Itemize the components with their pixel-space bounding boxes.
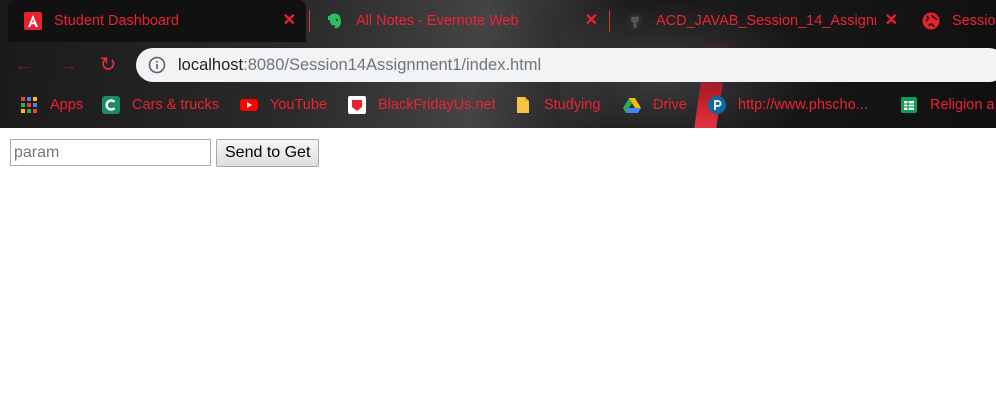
bookmark-apps[interactable]: Apps <box>20 94 83 116</box>
bookmark-label: Cars & trucks <box>132 97 220 113</box>
tab-title: Session <box>952 13 996 29</box>
back-arrow-icon[interactable]: ← <box>12 53 36 77</box>
send-to-get-button[interactable]: Send to Get <box>216 139 320 167</box>
bookmark-studying[interactable]: Studying <box>514 94 600 116</box>
blackfriday-icon <box>348 96 366 114</box>
craigslist-icon <box>102 96 120 114</box>
browser-toolbar: ← → ↻ localhost:8080/Session14Assignment… <box>0 42 996 88</box>
bookmarks-bar: Apps Cars & trucks YouTube BlackFridayUs… <box>0 88 996 122</box>
bookmark-label: Apps <box>50 97 84 113</box>
bookmark-label: Religion a <box>930 97 995 113</box>
tab-session[interactable]: Session <box>906 0 996 42</box>
google-drive-icon <box>623 98 641 113</box>
tab-github-assignment[interactable]: ACD_JAVAB_Session_14_Assignment ✕ <box>610 0 908 42</box>
browser-chrome: Student Dashboard ✕ All Notes - Evernote… <box>0 0 996 128</box>
bookmark-label: BlackFridayUs.net <box>378 97 496 113</box>
sheets-icon <box>901 97 917 113</box>
param-input[interactable] <box>10 139 211 166</box>
youtube-icon <box>240 99 258 111</box>
bookmark-phschool[interactable]: http://www.phscho... <box>708 94 868 116</box>
bookmark-label: http://www.phscho... <box>738 97 868 113</box>
close-tab-icon[interactable]: ✕ <box>585 12 598 30</box>
tab-title: ACD_JAVAB_Session_14_Assignment <box>656 13 876 29</box>
bookmark-drive[interactable]: Drive <box>623 94 687 116</box>
close-tab-icon[interactable]: ✕ <box>885 12 898 30</box>
bookmark-blackfriday[interactable]: BlackFridayUs.net <box>348 94 496 116</box>
academia-logo-icon <box>24 12 42 30</box>
folder-icon <box>517 97 529 113</box>
apps-grid-icon <box>21 97 37 113</box>
pearson-icon <box>708 96 726 114</box>
bookmark-label: YouTube <box>270 97 327 113</box>
close-tab-icon[interactable]: ✕ <box>283 12 296 30</box>
site-info-icon[interactable] <box>148 56 166 74</box>
forward-arrow-icon[interactable]: → <box>56 53 80 77</box>
url-text[interactable]: localhost:8080/Session14Assignment1/inde… <box>178 56 541 75</box>
address-bar[interactable]: localhost:8080/Session14Assignment1/inde… <box>136 48 996 82</box>
bookmark-religion[interactable]: Religion a <box>900 94 995 116</box>
reload-icon[interactable]: ↻ <box>96 53 120 77</box>
tab-title: All Notes - Evernote Web <box>356 13 519 29</box>
github-icon <box>626 12 644 30</box>
tab-evernote[interactable]: All Notes - Evernote Web ✕ <box>310 0 608 42</box>
bookmark-label: Drive <box>653 97 687 113</box>
page-content: Send to Get <box>0 128 996 406</box>
tab-strip: Student Dashboard ✕ All Notes - Evernote… <box>0 0 996 42</box>
globe-icon <box>922 12 940 30</box>
bookmark-label: Studying <box>544 97 601 113</box>
url-path: :8080/Session14Assignment1/index.html <box>243 56 542 74</box>
url-host: localhost <box>178 56 244 74</box>
tab-title: Student Dashboard <box>54 13 179 29</box>
evernote-elephant-icon <box>328 13 341 29</box>
bookmark-cars-trucks[interactable]: Cars & trucks <box>102 94 219 116</box>
tab-student-dashboard[interactable]: Student Dashboard ✕ <box>8 0 306 42</box>
bookmark-youtube[interactable]: YouTube <box>240 94 327 116</box>
